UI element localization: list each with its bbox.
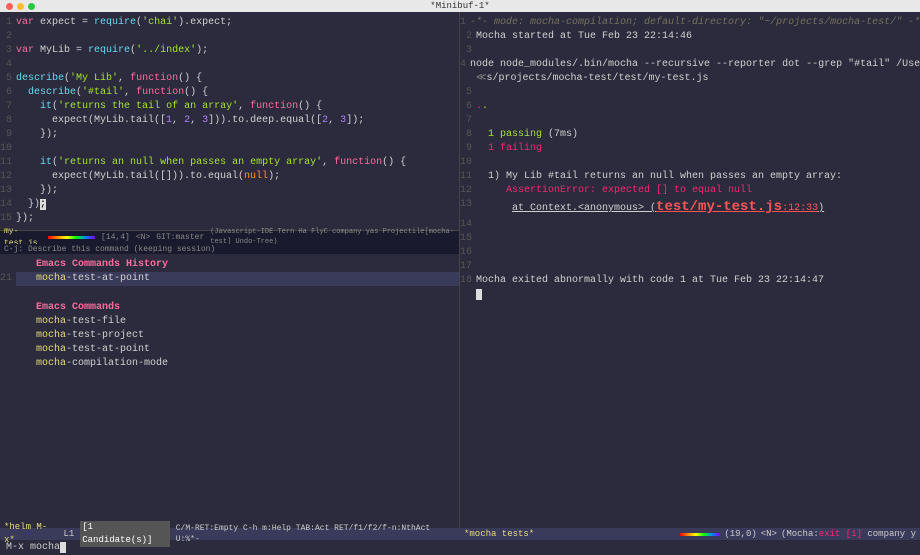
code-line[interactable]: 3var MyLib = require('../index'); — [0, 44, 459, 58]
code-editor[interactable]: 1var expect = require('chai').expect;23v… — [0, 12, 459, 230]
code-line[interactable]: 8 expect(MyLib.tail([1, 2, 3])).to.deep.… — [0, 114, 459, 128]
window-title: *Minibuf-1* — [430, 0, 489, 12]
output-line: 2Mocha started at Tue Feb 23 22:14:46 — [460, 30, 920, 44]
editor-area: 1var expect = require('chai').expect;23v… — [0, 12, 920, 528]
helm-item[interactable]: 21mocha-test-at-point — [0, 272, 459, 286]
code-line[interactable]: 13 }); — [0, 184, 459, 198]
output-line: ≪s/projects/mocha-test/test/my-test.js — [460, 72, 920, 86]
comp-buffer-name: *mocha tests* — [464, 529, 534, 539]
code-line[interactable]: 7 it('returns the tail of an array', fun… — [0, 100, 459, 114]
zoom-icon[interactable] — [28, 3, 35, 10]
cursor-pos: [14,4] — [101, 232, 130, 243]
left-modeline: my-test.js [14,4] <N> GIT:master (Javasc… — [0, 230, 459, 244]
code-line[interactable]: 6 describe('#tail', function() { — [0, 86, 459, 100]
output-line: 15 — [460, 232, 920, 246]
rainbow-icon — [680, 533, 720, 536]
code-line[interactable]: 4 — [0, 58, 459, 72]
output-line: 4node node_modules/.bin/mocha --recursiv… — [460, 58, 920, 72]
code-line[interactable]: 12 expect(MyLib.tail([])).to.equal(null)… — [0, 170, 459, 184]
output-line: 14 — [460, 218, 920, 232]
helm-item[interactable]: mocha-compilation-mode — [0, 357, 459, 371]
vcs-status: GIT:master — [156, 232, 204, 243]
code-line[interactable]: 1var expect = require('chai').expect; — [0, 16, 459, 30]
mac-titlebar: *Minibuf-1* — [0, 0, 920, 12]
output-line: 17 — [460, 260, 920, 274]
code-line[interactable]: 10 — [0, 142, 459, 156]
right-column: 1-*- mode: mocha-compilation; default-di… — [460, 12, 920, 528]
output-line: 10 — [460, 156, 920, 170]
output-line: 3 — [460, 44, 920, 58]
code-line[interactable]: 11 it('returns an null when passes an em… — [0, 156, 459, 170]
mx-input: mocha — [30, 542, 60, 553]
output-line: 1-*- mode: mocha-compilation; default-di… — [460, 16, 920, 30]
code-line[interactable]: 14 }); — [0, 198, 459, 212]
helm-item[interactable]: mocha-test-at-point — [0, 343, 459, 357]
output-line: 18Mocha exited abnormally with code 1 at… — [460, 274, 920, 288]
output-line: 5 — [460, 86, 920, 100]
output-line: 13 at Context.<anonymous> (test/my-test.… — [460, 198, 920, 218]
helm-completion[interactable]: Emacs Commands History21mocha-test-at-po… — [0, 254, 459, 528]
output-line: 16 — [460, 246, 920, 260]
minibuffer-area: *helm M-x* L1 [1 Candidate(s)] C/M-RET:E… — [0, 528, 920, 552]
code-line[interactable]: 2 — [0, 30, 459, 44]
rainbow-icon — [48, 236, 95, 239]
output-line: 9 1 failing — [460, 142, 920, 156]
left-column: 1var expect = require('chai').expect;23v… — [0, 12, 460, 528]
helm-help: C/M-RET:Empty C-h m:Help TAB:Act RET/f1/… — [176, 523, 456, 545]
mx-prompt: M-x — [6, 542, 30, 553]
helm-candidate-count: [1 Candidate(s)] — [80, 521, 170, 546]
output-line: 8 1 passing (7ms) — [460, 128, 920, 142]
close-icon[interactable] — [6, 3, 13, 10]
traffic-lights — [6, 3, 35, 10]
helm-section-header: Emacs Commands — [16, 301, 120, 315]
exit-status: exit [1] — [819, 529, 862, 539]
helm-desc: C-j: Describe this command (keeping sess… — [0, 244, 459, 254]
output-line: 6.. — [460, 100, 920, 114]
helm-line: L1 — [63, 528, 74, 541]
helm-section-header: Emacs Commands History — [16, 258, 168, 272]
helm-modeline: *helm M-x* L1 [1 Candidate(s)] C/M-RET:E… — [0, 528, 460, 540]
helm-item[interactable]: mocha-test-project — [0, 329, 459, 343]
compilation-output[interactable]: 1-*- mode: mocha-compilation; default-di… — [460, 12, 920, 528]
output-line: 7 — [460, 114, 920, 128]
code-line[interactable]: 15}); — [0, 212, 459, 226]
comp-pos: (19,0) — [724, 528, 756, 541]
code-line[interactable]: 9 }); — [0, 128, 459, 142]
comp-n: <N> — [761, 528, 777, 541]
output-line: 11 1) My Lib #tail returns an null when … — [460, 170, 920, 184]
minimize-icon[interactable] — [17, 3, 24, 10]
output-line — [460, 288, 920, 302]
helm-item[interactable]: mocha-test-file — [0, 315, 459, 329]
compilation-modeline: *mocha tests* (19,0) <N> (Mocha:exit [1]… — [460, 528, 920, 540]
code-line[interactable]: 5describe('My Lib', function() { — [0, 72, 459, 86]
output-line: 12 AssertionError: expected [] to equal … — [460, 184, 920, 198]
